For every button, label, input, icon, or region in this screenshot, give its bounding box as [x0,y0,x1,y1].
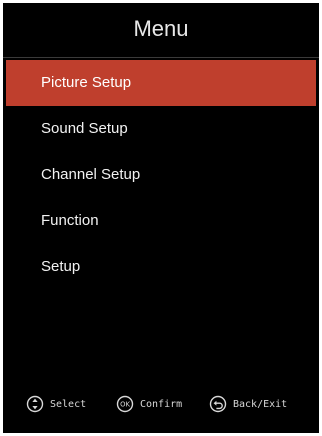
menu-item-picture-setup[interactable]: Picture Setup [6,60,316,106]
menu-item-channel-setup[interactable]: Channel Setup [6,152,316,198]
menu-item-function[interactable]: Function [6,198,316,244]
menu-item-setup[interactable]: Setup [6,244,316,290]
hint-select-label: Select [50,398,87,410]
hint-confirm-label: Confirm [140,398,183,410]
hint-back: Back/Exit [209,391,287,417]
footer-hints: Select OK Confirm Back/Exit [3,391,319,417]
menu-title: Menu [133,16,189,41]
menu-item-sound-setup[interactable]: Sound Setup [6,106,316,152]
hint-confirm: OK Confirm [116,391,182,417]
ok-icon-text: OK [120,401,130,409]
hint-select: Select [26,391,86,417]
hint-back-label: Back/Exit [233,398,288,410]
tv-menu-panel: Menu Picture Setup Sound Setup Channel S… [3,3,319,433]
menu-list: Picture Setup Sound Setup Channel Setup … [6,60,316,290]
title-divider [3,57,319,58]
ok-button-icon: OK [116,395,134,413]
up-down-arrows-icon [26,395,44,413]
back-arrow-icon [209,395,227,413]
